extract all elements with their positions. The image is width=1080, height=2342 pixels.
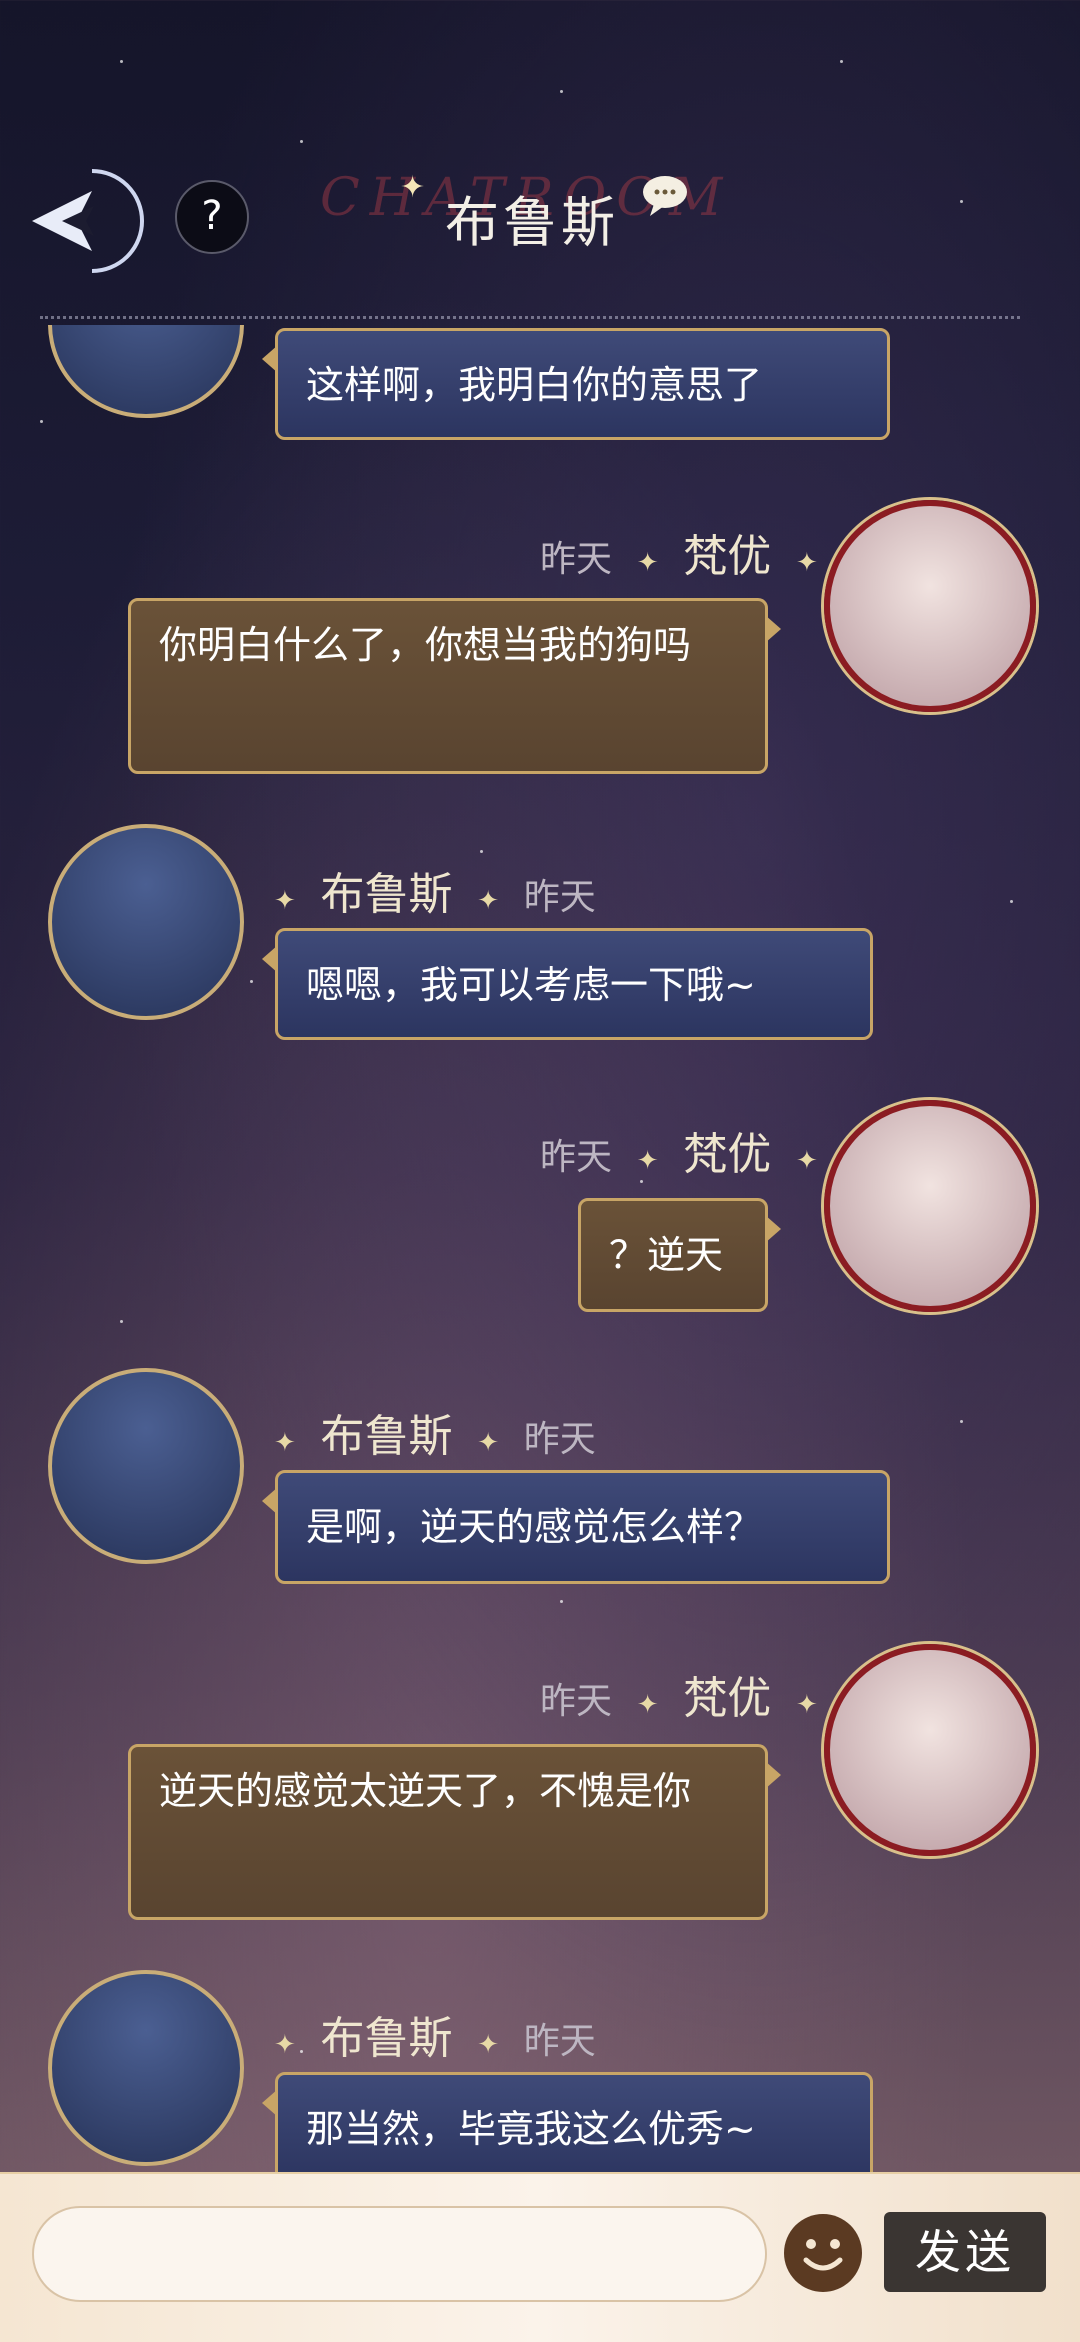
message-bubble[interactable]: 嗯嗯，我可以考虑一下哦~ <box>262 928 873 1040</box>
sender-name: 梵优 <box>683 1129 772 1180</box>
help-button[interactable]: ? <box>175 180 249 254</box>
message-time: 昨天 <box>540 539 613 580</box>
sender-name: 梵优 <box>683 531 772 582</box>
send-button[interactable]: 发送 <box>884 2212 1046 2292</box>
avatar-bruce[interactable] <box>48 1970 244 2166</box>
message-meta: ✦ 布鲁斯 ✦ 昨天 <box>274 2013 596 2064</box>
message-bubble[interactable]: 那当然，毕竟我这么优秀~ <box>262 2072 873 2184</box>
message-time: 昨天 <box>540 1681 613 1722</box>
header-divider <box>40 316 1020 319</box>
message-time: 昨天 <box>540 1137 613 1178</box>
avatar-fanyou[interactable] <box>824 1644 1036 1856</box>
avatar-bruce[interactable] <box>48 1368 244 1564</box>
message-text: 嗯嗯，我可以考虑一下哦~ <box>306 963 756 1007</box>
back-arrow-icon[interactable] <box>22 166 152 276</box>
message-time: 昨天 <box>523 2021 596 2062</box>
message-text: 那当然，毕竟我这么优秀~ <box>306 2107 756 2151</box>
message-text: 逆天的感觉太逆天了，不愧是你 <box>159 1769 692 1813</box>
message-time: 昨天 <box>523 1419 596 1460</box>
chat-header: ? CHATROOM ✦ 布鲁斯 <box>0 150 1080 280</box>
message-meta: ✦ 布鲁斯 ✦ 昨天 <box>274 1411 596 1462</box>
message-meta: 昨天 ✦ 梵优 ✦ <box>540 1129 818 1180</box>
message-input[interactable] <box>32 2206 767 2302</box>
message-text: 这样啊，我明白你的意思了 <box>306 363 763 407</box>
message-time: 昨天 <box>523 877 596 918</box>
message-bubble[interactable]: 这样啊，我明白你的意思了 <box>262 328 890 440</box>
emoji-icon[interactable] <box>784 2214 862 2292</box>
sparkle-icon: ✦ <box>400 170 426 205</box>
message-text: 是啊，逆天的感觉怎么样？ <box>306 1505 763 1549</box>
sender-name: 布鲁斯 <box>320 869 453 920</box>
chat-bubble-icon <box>643 176 687 216</box>
avatar-bruce[interactable] <box>48 824 244 1020</box>
message-bubble[interactable]: ？逆天 <box>578 1198 781 1312</box>
message-bubble[interactable]: 你明白什么了，你想当我的狗吗 <box>128 598 781 774</box>
message-text: ？逆天 <box>609 1233 724 1277</box>
chat-title: 布鲁斯 <box>445 191 619 254</box>
message-meta: 昨天 ✦ 梵优 ✦ <box>540 1673 818 1724</box>
message-meta: 昨天 ✦ 梵优 ✦ <box>540 531 818 582</box>
message-bubble[interactable]: 是啊，逆天的感觉怎么样？ <box>262 1470 890 1584</box>
message-composer: 发送 <box>0 2172 1080 2342</box>
avatar-fanyou[interactable] <box>824 500 1036 712</box>
message-text: 你明白什么了，你想当我的狗吗 <box>159 623 692 667</box>
sender-name: 布鲁斯 <box>320 2013 453 2064</box>
sender-name: 布鲁斯 <box>320 1411 453 1462</box>
message-bubble[interactable]: 逆天的感觉太逆天了，不愧是你 <box>128 1744 781 1920</box>
sender-name: 梵优 <box>683 1673 772 1724</box>
avatar-fanyou[interactable] <box>824 1100 1036 1312</box>
message-meta: ✦ 布鲁斯 ✦ 昨天 <box>274 869 596 920</box>
